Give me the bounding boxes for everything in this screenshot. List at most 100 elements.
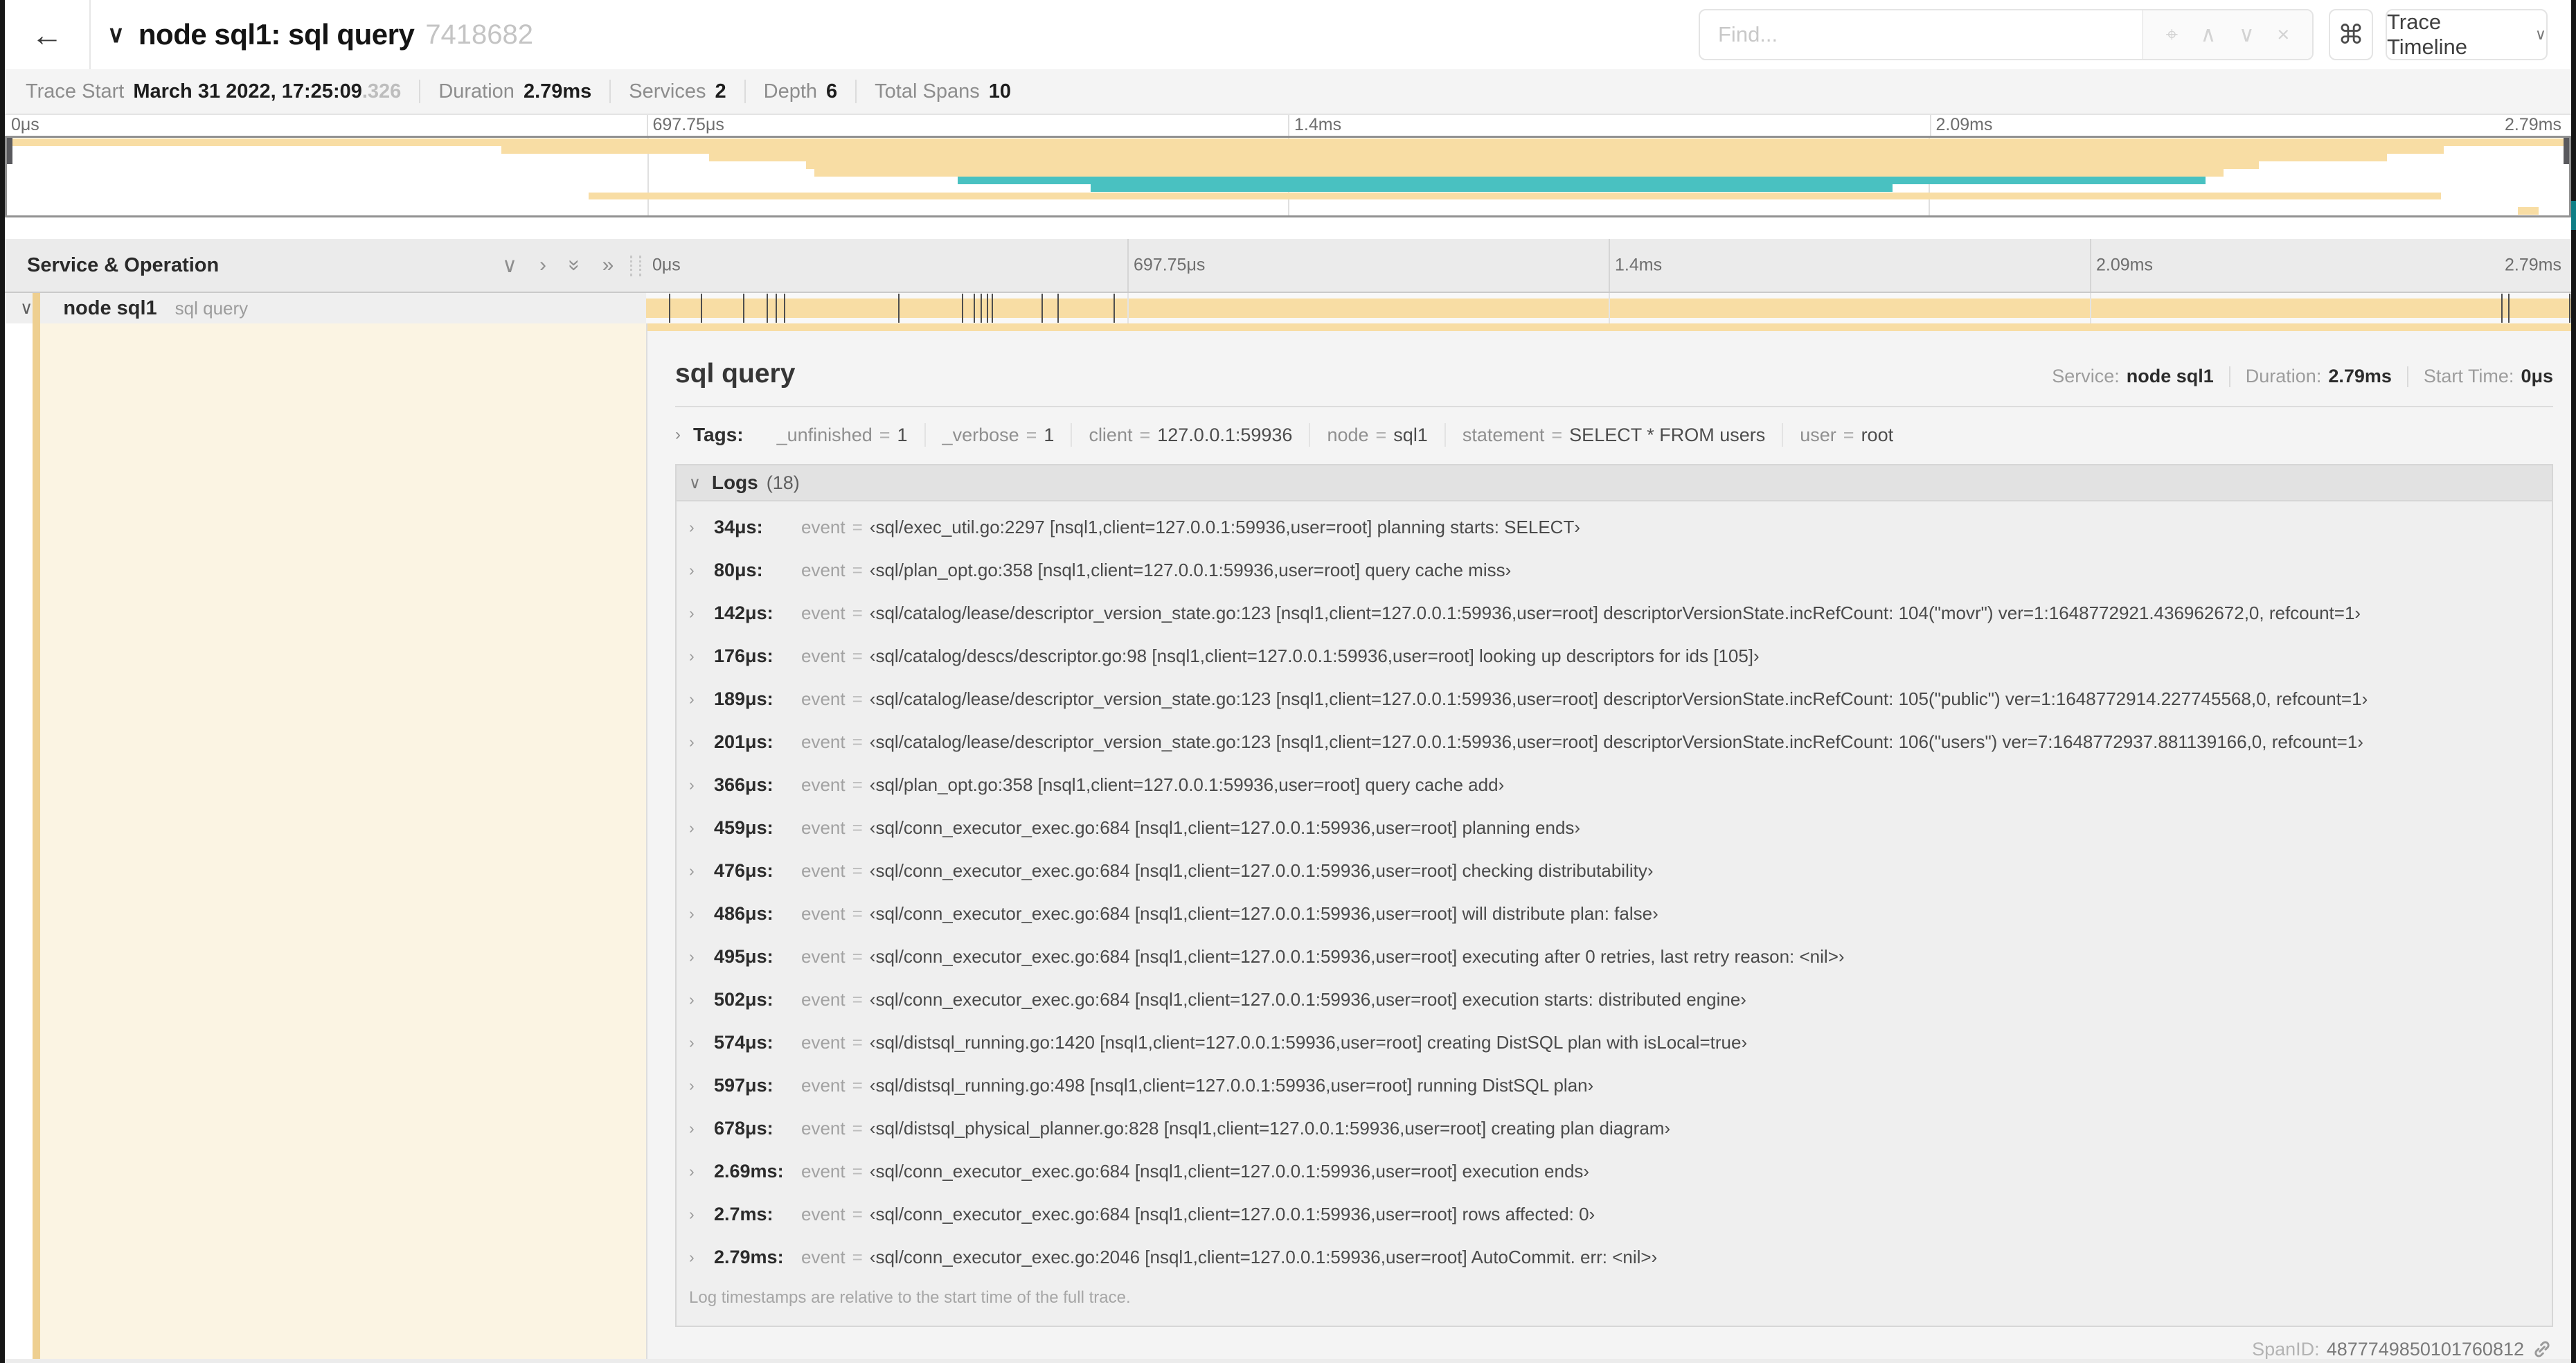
log-equals: = [852, 988, 863, 1010]
log-field-key: event [801, 1203, 846, 1224]
log-field-key: event [801, 559, 846, 580]
tag-item[interactable]: user = root [1782, 423, 1910, 447]
span-row: ∨ node sql1 sql query [5, 293, 2571, 323]
screen-edge-right [2571, 0, 2576, 1363]
top-bar: ← ∨ node sql1: sql query 7418682 ⌖∧∨× ⌘ … [5, 0, 2571, 69]
log-entry[interactable]: › 366μs: event = ‹sql/plan_opt.go:358 [nsql1… [677, 763, 2552, 806]
log-equals: = [852, 902, 863, 924]
ruler-tick-label: 2.09ms [2096, 255, 2153, 275]
column-resize-grip[interactable] [630, 256, 641, 276]
log-field-key: event [801, 774, 846, 795]
log-entry[interactable]: › 495μs: event = ‹sql/conn_executor_exec.go:… [677, 935, 2552, 978]
summary-separator [855, 80, 857, 103]
tag-key: client [1089, 424, 1133, 445]
span-id-label: SpanID: [2252, 1338, 2320, 1360]
summary-item: Trace Start March 31 2022, 17:25:09.326 [26, 80, 401, 103]
log-entry[interactable]: › 80μs: event = ‹sql/plan_opt.go:358 [nsql1,… [677, 549, 2552, 591]
clear-search-icon[interactable]: × [2277, 22, 2289, 47]
minimap-left-handle[interactable] [7, 138, 12, 164]
logs-footnote: Log timestamps are relative to the start… [689, 1288, 1131, 1307]
chevron-right-icon: › [689, 1204, 695, 1223]
log-entry[interactable]: › 2.69ms: event = ‹sql/conn_executor_exec.go… [677, 1150, 2552, 1193]
log-entry[interactable]: › 678μs: event = ‹sql/distsql_physical_plann… [677, 1107, 2552, 1150]
log-entry[interactable]: › 459μs: event = ‹sql/conn_executor_exec.go:… [677, 806, 2552, 849]
collapse-one-icon[interactable]: ∨ [502, 253, 517, 278]
summary-label: Depth [763, 80, 818, 103]
ruler-tick-label: 1.4ms [1294, 115, 1342, 134]
span-id-row: SpanID: 4877749850101760812 [675, 1338, 2553, 1359]
find-input[interactable] [1700, 10, 2142, 59]
detail-meta-label: Start Time: [2423, 366, 2514, 386]
next-result-icon[interactable]: ∨ [2239, 22, 2255, 47]
log-entry[interactable]: › 502μs: event = ‹sql/conn_executor_exec.go:… [677, 978, 2552, 1021]
log-entry[interactable]: › 189μs: event = ‹sql/catalog/lease/descript… [677, 677, 2552, 720]
tag-item[interactable]: _unfinished = 1 [760, 423, 924, 447]
log-entry[interactable]: › 2.7ms: event = ‹sql/conn_executor_exec.go:… [677, 1193, 2552, 1236]
span-name-cell[interactable]: ∨ node sql1 sql query [5, 293, 646, 323]
trace-page: ← ∨ node sql1: sql query 7418682 ⌖∧∨× ⌘ … [0, 0, 2576, 1363]
log-entry[interactable]: › 597μs: event = ‹sql/distsql_running.go:498… [677, 1064, 2552, 1107]
prev-result-icon[interactable]: ∧ [2201, 22, 2217, 47]
collapse-all-icon[interactable]: » [562, 260, 586, 271]
summary-separator [609, 80, 611, 103]
span-collapse-icon[interactable]: ∨ [20, 298, 33, 319]
logs-header[interactable]: ∨ Logs (18) [677, 465, 2552, 501]
trace-view-select[interactable]: Trace Timeline ∨ [2386, 9, 2548, 60]
locate-icon[interactable]: ⌖ [2166, 22, 2178, 48]
summary-value: 2.79ms [523, 80, 592, 103]
log-equals: = [852, 1203, 863, 1224]
log-field-key: event [801, 1074, 846, 1096]
screen-edge-left [0, 0, 5, 1363]
detail-meta-item: Duration: 2.79ms [2246, 366, 2392, 387]
log-field-key: event [801, 1031, 846, 1053]
tag-item[interactable]: client = 127.0.0.1:59936 [1071, 423, 1309, 447]
keyboard-shortcuts-button[interactable]: ⌘ [2329, 9, 2373, 60]
log-tick [1057, 294, 1059, 323]
find-bar: ⌖ ∧ ∨ × [1699, 9, 2314, 60]
log-field-key: event [801, 645, 846, 666]
title-area: ∨ node sql1: sql query 7418682 [107, 0, 533, 69]
log-tick [962, 294, 964, 323]
minimap-canvas[interactable] [5, 136, 2571, 217]
log-field-value: ‹sql/conn_executor_exec.go:684 [nsql1,cl… [869, 988, 1746, 1010]
span-bar-cell[interactable] [646, 293, 2571, 323]
log-equals: = [852, 1031, 863, 1053]
minimap-right-handle[interactable] [2564, 138, 2569, 164]
back-button[interactable]: ← [5, 0, 91, 69]
chevron-right-icon: › [689, 990, 695, 1008]
logs-title: Logs [711, 472, 758, 493]
tags-accordion[interactable]: › Tags: _unfinished = 1 _verbose = 1 client = 12… [675, 421, 2553, 449]
log-equals: = [852, 817, 863, 838]
log-field-value: ‹sql/conn_executor_exec.go:684 [nsql1,cl… [869, 1203, 1595, 1224]
tag-item[interactable]: statement = SELECT * FROM users [1444, 423, 1782, 447]
log-entry[interactable]: › 34μs: event = ‹sql/exec_util.go:2297 [nsql… [677, 506, 2552, 549]
trace-summary-bar: Trace Start March 31 2022, 17:25:09.326 Du… [5, 69, 2571, 115]
tag-value: sql1 [1393, 424, 1428, 445]
log-field-value: ‹sql/catalog/lease/descriptor_version_st… [869, 688, 2368, 709]
log-entry[interactable]: › 201μs: event = ‹sql/catalog/lease/descript… [677, 720, 2552, 763]
log-entry[interactable]: › 2.79ms: event = ‹sql/conn_executor_exec.go… [677, 1236, 2552, 1279]
trace-collapse-icon[interactable]: ∨ [107, 21, 125, 48]
log-entry[interactable]: › 476μs: event = ‹sql/conn_executor_exec.go:… [677, 849, 2552, 892]
summary-label: Duration [438, 80, 515, 103]
expand-all-icon[interactable]: » [602, 253, 614, 277]
log-entry[interactable]: › 574μs: event = ‹sql/distsql_running.go:142… [677, 1021, 2552, 1064]
ruler-tick-label: 697.75μs [652, 115, 724, 134]
log-equals: = [852, 645, 863, 666]
log-tick [2569, 294, 2571, 323]
span-id-value: 4877749850101760812 [2326, 1338, 2524, 1360]
log-entry[interactable]: › 176μs: event = ‹sql/catalog/descs/descript… [677, 634, 2552, 677]
copy-link-icon[interactable] [2531, 1338, 2553, 1359]
minimap-span-bar [814, 169, 2224, 177]
row-gridline [2090, 293, 2091, 323]
log-entry[interactable]: › 142μs: event = ‹sql/catalog/lease/descript… [677, 591, 2552, 634]
log-timestamp: 2.7ms: [714, 1203, 773, 1224]
detail-row-gutter [5, 323, 646, 1359]
expand-one-icon[interactable]: › [539, 253, 546, 277]
tag-item[interactable]: _verbose = 1 [924, 423, 1071, 447]
collapse-controls: ∨ › » » [502, 239, 614, 292]
log-timestamp: 486μs: [714, 902, 773, 924]
log-field-value: ‹sql/distsql_running.go:498 [nsql1,clien… [869, 1074, 1594, 1096]
log-entry[interactable]: › 486μs: event = ‹sql/conn_executor_exec.go:… [677, 892, 2552, 935]
tag-item[interactable]: node = sql1 [1309, 423, 1444, 447]
